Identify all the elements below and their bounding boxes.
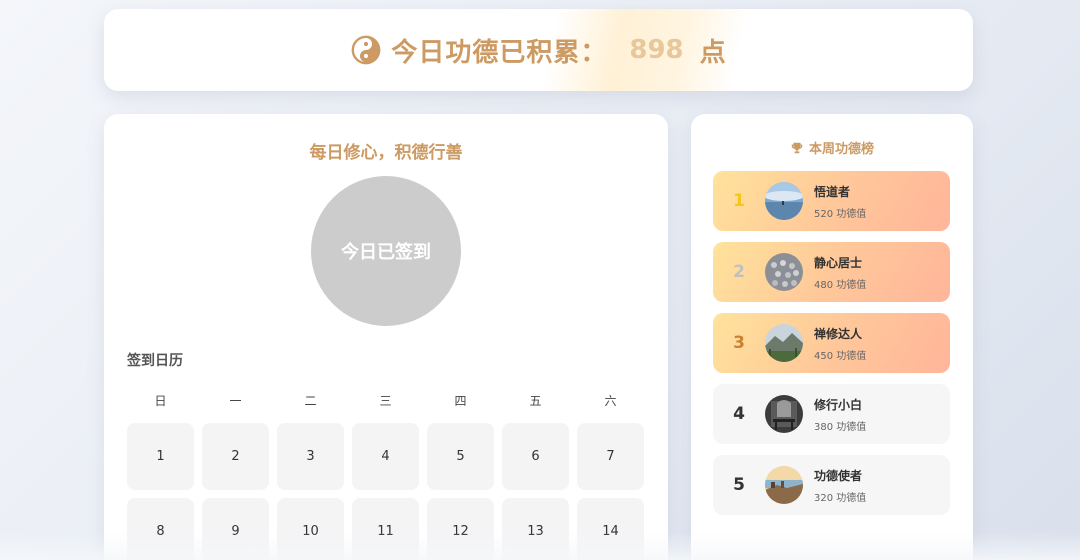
- score-suffix: 功德值: [836, 208, 867, 220]
- rank-info: 悟道者 520 功德值: [814, 183, 866, 220]
- rank-info: 修行小白 380 功德值: [814, 396, 866, 433]
- rank-info: 静心居士 480 功德值: [814, 254, 866, 291]
- user-name: 禅修达人: [814, 326, 863, 341]
- leaderboard-entry[interactable]: 2 静心居士 480 功德值: [713, 242, 950, 302]
- birds-avatar: [765, 253, 803, 291]
- leaderboard-entry[interactable]: 3 禅修达人 450 功德值: [713, 313, 950, 373]
- weekday-label: 四: [454, 394, 467, 408]
- user-name: 静心居士: [814, 255, 863, 270]
- checkin-card: 每日修心，积德行善 今日已签到 签到日历 日一二三四五六 1 2 3 4 5 6 7 8 9 10…: [104, 114, 668, 560]
- weekday-label: 一: [229, 394, 242, 408]
- weekday-label: 二: [304, 394, 317, 408]
- rank-number: 4: [733, 404, 745, 424]
- rank-info: 禅修达人 450 功德值: [814, 325, 866, 362]
- trophy-icon: [791, 142, 803, 153]
- calendar-day[interactable]: 9: [202, 498, 269, 560]
- mountain-avatar: [765, 324, 803, 362]
- calendar-day[interactable]: 5: [427, 423, 494, 490]
- yin-yang-icon: [351, 35, 381, 65]
- header-title: 今日功德已积累：: [391, 37, 608, 68]
- merit-score: 450: [814, 350, 834, 362]
- score-line: 450 功德值: [814, 347, 866, 362]
- checkin-button[interactable]: 今日已签到: [311, 176, 461, 326]
- score-line: 380 功德值: [814, 418, 866, 433]
- merit-score: 520: [814, 208, 834, 220]
- weekday-label: 日: [154, 394, 167, 408]
- merit-header: 今日功德已积累： 898 点: [104, 9, 973, 91]
- room-avatar: [765, 395, 803, 433]
- weekday-label: 五: [529, 394, 542, 408]
- leaderboard-entry[interactable]: 5 功德使者 320 功德值: [713, 455, 950, 515]
- merit-score: 480: [814, 279, 834, 291]
- score-suffix: 功德值: [836, 492, 867, 504]
- calendar-day[interactable]: 14: [577, 498, 644, 560]
- calendar-day[interactable]: 6: [502, 423, 569, 490]
- weekday-label: 六: [604, 394, 617, 408]
- rank-info: 功德使者 320 功德值: [814, 467, 866, 504]
- user-name: 修行小白: [814, 397, 863, 412]
- score-line: 320 功德值: [814, 489, 866, 504]
- calendar-day[interactable]: 12: [427, 498, 494, 560]
- rank-number: 2: [733, 262, 745, 282]
- leaderboard-entry[interactable]: 1 悟道者 520 功德值: [713, 171, 950, 231]
- calendar-day[interactable]: 7: [577, 423, 644, 490]
- calendar-title: 签到日历: [127, 353, 183, 369]
- score-suffix: 功德值: [836, 279, 867, 291]
- weekday-label: 三: [379, 394, 392, 408]
- calendar-day[interactable]: 1: [127, 423, 194, 490]
- lake-avatar: [765, 182, 803, 220]
- calendar-day[interactable]: 2: [202, 423, 269, 490]
- leaderboard-header: 本周功德榜: [691, 138, 973, 157]
- calendar-day[interactable]: 13: [502, 498, 569, 560]
- score-suffix: 功德值: [836, 421, 867, 433]
- leaderboard-entry[interactable]: 4 修行小白 380 功德值: [713, 384, 950, 444]
- merit-score: 320: [814, 492, 834, 504]
- calendar-grid: 1 2 3 4 5 6 7 8 9 10 11 12 13 14: [127, 423, 646, 560]
- leaderboard-list: 1 悟道者 520 功德值 2 静心居士 480 功德值 3 禅修达人 450 功德值 4 修行小白…: [713, 171, 950, 526]
- user-name: 功德使者: [814, 468, 863, 483]
- leaderboard-card: 本周功德榜 1 悟道者 520 功德值 2 静心居士 480 功德值 3 禅修达人 450 功德…: [691, 114, 973, 560]
- checkin-slogan: 每日修心，积德行善: [309, 143, 463, 163]
- rank-number: 3: [733, 333, 745, 353]
- calendar-day[interactable]: 10: [277, 498, 344, 560]
- score-line: 520 功德值: [814, 205, 866, 220]
- score-suffix: 功德值: [836, 350, 867, 362]
- calendar-day[interactable]: 3: [277, 423, 344, 490]
- merit-points: 898: [629, 35, 684, 65]
- score-line: 480 功德值: [814, 276, 866, 291]
- calendar-weekdays: 日一二三四五六: [127, 392, 646, 409]
- header-content: 今日功德已积累： 898 点: [351, 32, 726, 69]
- calendar-day[interactable]: 4: [352, 423, 419, 490]
- calendar-day[interactable]: 8: [127, 498, 194, 560]
- leaderboard-title: 本周功德榜: [808, 142, 874, 157]
- rank-number: 1: [733, 191, 745, 211]
- merit-score: 380: [814, 421, 834, 433]
- rank-number: 5: [733, 475, 745, 495]
- coast-avatar: [765, 466, 803, 504]
- calendar-day[interactable]: 11: [352, 498, 419, 560]
- user-name: 悟道者: [814, 184, 851, 199]
- merit-unit: 点: [699, 37, 726, 68]
